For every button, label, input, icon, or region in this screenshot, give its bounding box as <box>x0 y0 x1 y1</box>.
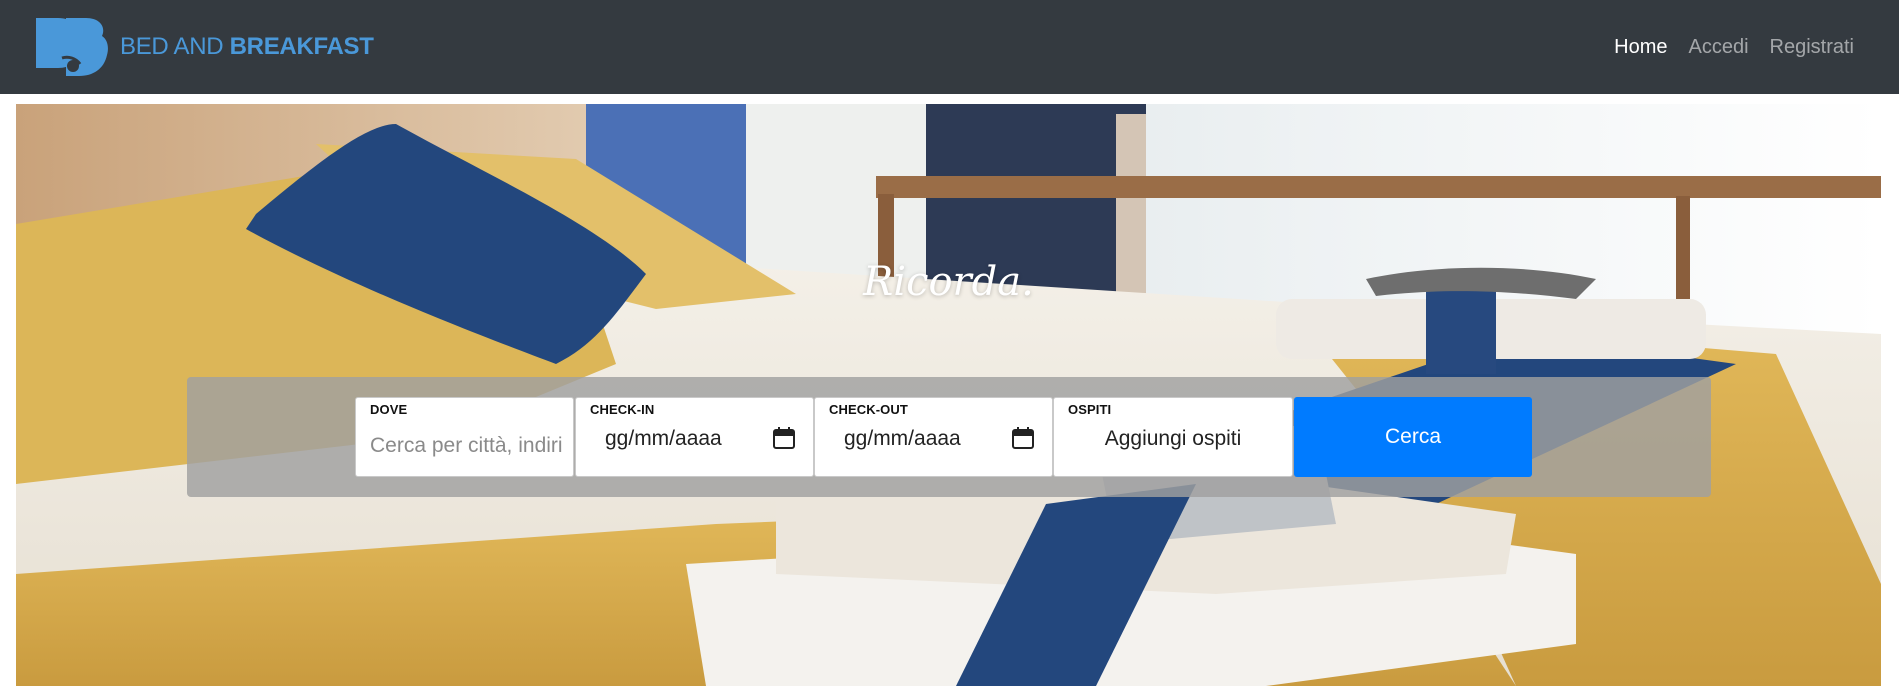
checkout-date-input[interactable]: gg/mm/aaaa <box>844 427 961 451</box>
navbar: BED AND BREAKFAST Home Accedi Registrati <box>0 0 1899 94</box>
brand-name: BED AND BREAKFAST <box>120 33 374 61</box>
brand-link[interactable]: BED AND BREAKFAST <box>36 18 374 76</box>
search-button[interactable]: Cerca <box>1294 397 1532 477</box>
hero-title: Ricorda. <box>863 259 1034 305</box>
where-field: DOVE <box>355 397 574 477</box>
guests-field[interactable]: OSPITI Aggiungi ospiti <box>1053 397 1293 477</box>
nav-login-link[interactable]: Accedi <box>1688 36 1748 59</box>
checkout-label: CHECK-OUT <box>829 402 908 417</box>
checkout-field[interactable]: CHECK-OUT gg/mm/aaaa <box>814 397 1053 477</box>
hero-section: Ricorda. DOVE CHECK-IN gg/mm/aaaa CHECK-… <box>16 104 1881 686</box>
where-label: DOVE <box>370 402 408 417</box>
calendar-icon[interactable] <box>1012 427 1034 449</box>
guests-select[interactable]: Aggiungi ospiti <box>1054 427 1292 451</box>
brand-name-light: BED AND <box>120 33 224 60</box>
nav-home-link[interactable]: Home <box>1614 36 1667 59</box>
calendar-icon[interactable] <box>773 427 795 449</box>
guests-label: OSPITI <box>1068 402 1112 417</box>
bb-logo-icon <box>36 18 108 76</box>
search-panel: DOVE CHECK-IN gg/mm/aaaa CHECK-OUT gg/mm… <box>187 377 1711 497</box>
where-input[interactable] <box>370 428 562 464</box>
checkin-label: CHECK-IN <box>590 402 655 417</box>
nav-links: Home Accedi Registrati <box>1614 36 1854 59</box>
checkin-field[interactable]: CHECK-IN gg/mm/aaaa <box>575 397 814 477</box>
nav-register-link[interactable]: Registrati <box>1770 36 1854 59</box>
checkin-date-input[interactable]: gg/mm/aaaa <box>605 427 722 451</box>
brand-name-bold: BREAKFAST <box>229 33 374 60</box>
